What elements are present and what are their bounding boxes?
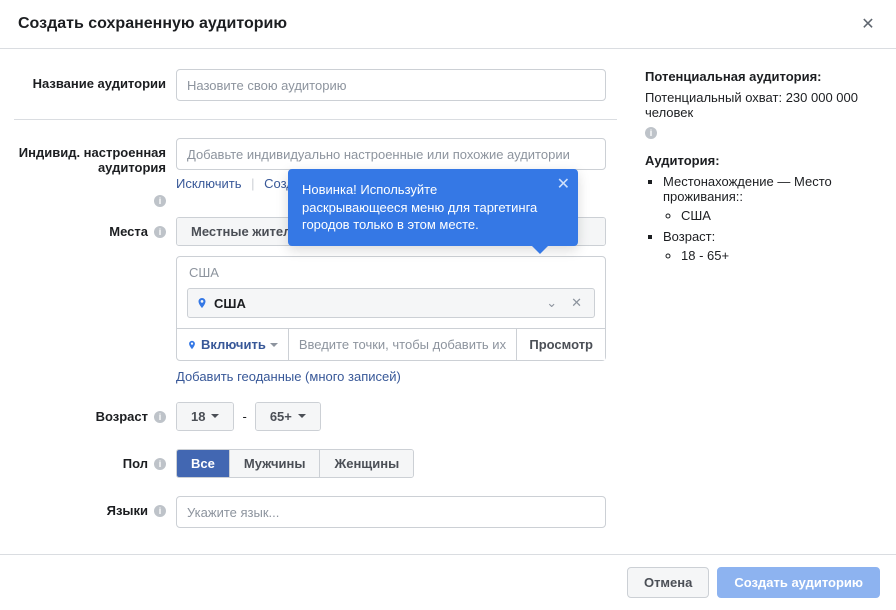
cancel-button[interactable]: Отмена <box>627 567 709 598</box>
modal-title: Создать сохраненную аудиторию <box>18 15 287 33</box>
gender-all-button[interactable]: Все <box>177 450 230 477</box>
label-locations: Места <box>109 224 148 239</box>
tooltip-new-feature: Новинка! Используйте раскрывающееся меню… <box>288 169 578 246</box>
separator: | <box>245 176 260 191</box>
info-icon[interactable]: i <box>154 458 166 470</box>
info-icon[interactable]: i <box>154 226 166 238</box>
audience-name-input[interactable] <box>176 69 606 101</box>
custom-audience-input[interactable] <box>176 138 606 170</box>
tooltip-close-icon[interactable]: ✕ <box>557 177 570 193</box>
list-item: Местонахождение — Место проживания:: США <box>663 174 882 223</box>
potential-audience-title: Потенциальная аудитория: <box>645 69 882 84</box>
list-item: США <box>681 208 882 223</box>
label-age: Возраст <box>96 409 148 424</box>
label-gender: Пол <box>123 456 148 471</box>
age-separator: - <box>234 409 254 424</box>
label-custom-audience: Индивид. настроенная аудитория <box>6 145 166 175</box>
remove-location-icon[interactable]: ✕ <box>567 295 586 311</box>
pin-icon <box>196 297 208 309</box>
age-min-dropdown[interactable]: 18 <box>177 403 233 430</box>
browse-button[interactable]: Просмотр <box>516 329 605 360</box>
info-icon[interactable]: i <box>645 127 657 139</box>
age-max-dropdown[interactable]: 65+ <box>256 403 320 430</box>
list-item: Возраст: 18 - 65+ <box>663 229 882 263</box>
label-languages: Языки <box>107 503 148 518</box>
location-group-label: США <box>177 257 605 284</box>
location-chip: США ⌄ ✕ <box>187 288 595 318</box>
gender-men-button[interactable]: Мужчины <box>230 450 321 477</box>
location-chip-name: США <box>214 296 536 311</box>
locations-box: Новинка! Используйте раскрывающееся меню… <box>176 256 606 361</box>
list-item: 18 - 65+ <box>681 248 882 263</box>
gender-women-button[interactable]: Женщины <box>320 450 413 477</box>
audience-summary-title: Аудитория: <box>645 153 882 168</box>
chevron-down-icon[interactable]: ⌄ <box>542 295 561 311</box>
close-icon[interactable]: ✕ <box>858 14 878 34</box>
info-icon[interactable]: i <box>154 505 166 517</box>
label-audience-name: Название аудитории <box>6 69 176 91</box>
info-icon[interactable]: i <box>154 411 166 423</box>
create-audience-button[interactable]: Создать аудиторию <box>717 567 880 598</box>
tooltip-text: Новинка! Используйте раскрывающееся меню… <box>302 182 537 232</box>
pin-icon <box>187 340 197 350</box>
potential-reach: Потенциальный охват: 230 000 000 человек <box>645 90 882 120</box>
languages-input[interactable] <box>176 496 606 528</box>
audience-summary-list: Местонахождение — Место проживания:: США… <box>645 174 882 263</box>
exclude-link[interactable]: Исключить <box>176 176 242 191</box>
info-icon[interactable]: i <box>154 195 166 207</box>
include-dropdown[interactable]: Включить <box>177 329 289 360</box>
add-bulk-geo-link[interactable]: Добавить геоданные (много записей) <box>176 369 401 384</box>
location-search-input[interactable] <box>289 329 517 360</box>
